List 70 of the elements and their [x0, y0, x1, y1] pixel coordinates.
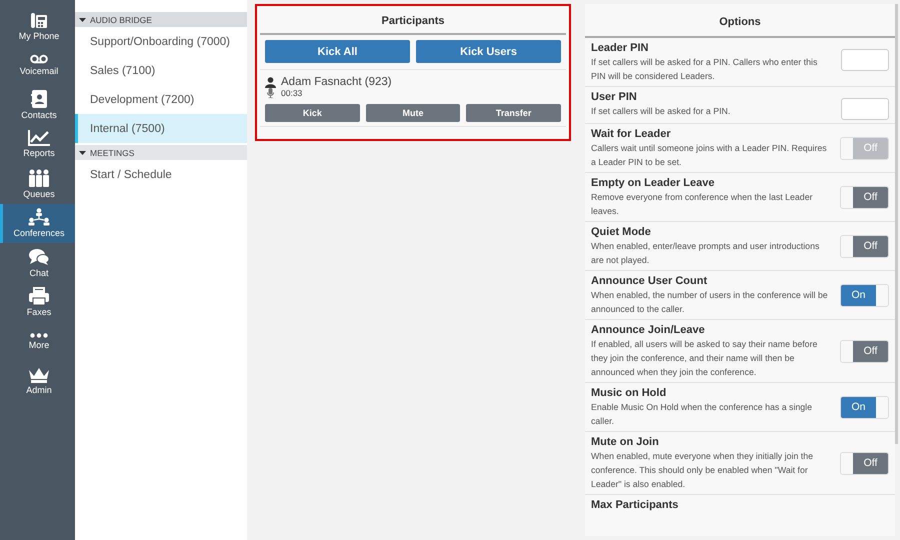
- option-description: If set callers will be asked for a PIN. Callers who enter this PIN will be considered Leaders.: [591, 56, 818, 83]
- kick-button[interactable]: Kick Users: [416, 40, 561, 63]
- caret-icon: [79, 18, 86, 22]
- crown-icon: [28, 367, 50, 384]
- conference-item[interactable]: Development (7200): [75, 85, 247, 114]
- participant-name: Adam Fasnacht (923): [281, 76, 392, 88]
- option-title: User PIN: [591, 90, 638, 104]
- option-title: Announce User Count: [591, 274, 708, 288]
- toggle-switch[interactable]: On: [840, 284, 889, 306]
- option-description: When enabled, the number of users in the conference will be announced to the caller.: [591, 289, 829, 316]
- kick-button[interactable]: Kick All: [265, 40, 410, 63]
- nav-item[interactable]: Chat: [0, 243, 75, 282]
- nav-item[interactable]: Voicemail: [0, 46, 75, 85]
- option-description: If enabled, all users will be asked to say their name before they join the conference, and their name will then be announced when they join the conference.: [591, 338, 818, 379]
- option-description: If set callers will be asked for a PIN.: [591, 105, 732, 118]
- conference-item[interactable]: Internal (7500): [75, 114, 247, 143]
- option-title: Empty on Leader Leave: [591, 176, 716, 190]
- toggle-switch[interactable]: On: [840, 396, 889, 418]
- option-description: When enabled, enter/leave prompts and user introductions are not played.: [591, 240, 820, 267]
- printer-icon: [29, 287, 49, 306]
- panel-title: Options: [585, 4, 895, 38]
- option-title: Leader PIN: [591, 41, 650, 55]
- person-icon: [265, 76, 276, 88]
- participant-action-button[interactable]: Transfer: [466, 104, 562, 122]
- section-title: AUDIO BRIDGE: [90, 14, 152, 24]
- address-book-icon: [31, 90, 47, 108]
- pin-field[interactable]: [841, 49, 889, 71]
- section-title: MEETINGS: [90, 148, 134, 158]
- option-title: Wait for Leader: [591, 127, 672, 141]
- participant-action-button[interactable]: Mute: [366, 104, 460, 122]
- option-description: When enabled, mute everyone when they initially join the conference. This should only be enabled when "Wait for Leader" is also enabled.: [591, 450, 814, 491]
- nav-item[interactable]: Queues: [0, 164, 75, 204]
- desk-phone-icon: [31, 10, 47, 29]
- line-chart-icon: [28, 130, 50, 146]
- toggle-switch[interactable]: Off: [840, 186, 889, 208]
- nav-item[interactable]: Conferences: [0, 204, 75, 243]
- voicemail-icon: [30, 54, 48, 64]
- nav-item[interactable]: My Phone: [0, 6, 75, 46]
- toggle-switch[interactable]: Off: [840, 340, 889, 362]
- nav-item[interactable]: Admin: [0, 362, 75, 401]
- option-title: Music on Hold: [591, 386, 668, 400]
- option-title: Quiet Mode: [591, 225, 652, 239]
- people-group-icon: [28, 168, 50, 187]
- option-title: Mute on Join: [591, 435, 660, 449]
- chat-bubbles-icon: [29, 248, 49, 266]
- section-header[interactable]: AUDIO BRIDGE: [75, 12, 247, 27]
- section-header[interactable]: MEETINGS: [75, 145, 247, 160]
- more-icon: [30, 333, 48, 338]
- toggle-switch[interactable]: Off: [840, 452, 889, 474]
- conference-item[interactable]: Sales (7100): [75, 56, 247, 85]
- scrollbar[interactable]: [895, 4, 898, 444]
- option-title: Max Participants: [591, 498, 680, 512]
- participant-action-button[interactable]: Kick: [265, 104, 360, 122]
- option-description: Remove everyone from conference when the last Leader leaves.: [591, 191, 814, 218]
- call-duration: 00:33: [281, 88, 302, 98]
- option-description: Callers wait until someone joins with a Leader PIN. Requires a Leader PIN to be set.: [591, 142, 828, 169]
- pin-field[interactable]: [841, 98, 889, 120]
- nav-item[interactable]: Contacts: [0, 85, 75, 124]
- nav-item[interactable]: Faxes: [0, 282, 75, 322]
- caret-icon: [79, 150, 86, 154]
- option-description: Enable Music On Hold when the conference has a single caller.: [591, 401, 814, 428]
- microphone-icon: [267, 88, 274, 98]
- option-title: Announce Join/Leave: [591, 323, 706, 337]
- people-network-icon: [28, 208, 50, 226]
- conference-item[interactable]: Start / Schedule: [75, 160, 247, 189]
- panel-title: Participants: [260, 6, 566, 35]
- nav-item[interactable]: Reports: [0, 124, 75, 164]
- conference-item[interactable]: Support/Onboarding (7000): [75, 27, 247, 56]
- toggle-switch[interactable]: Off: [840, 234, 889, 258]
- nav-item[interactable]: More: [0, 322, 75, 362]
